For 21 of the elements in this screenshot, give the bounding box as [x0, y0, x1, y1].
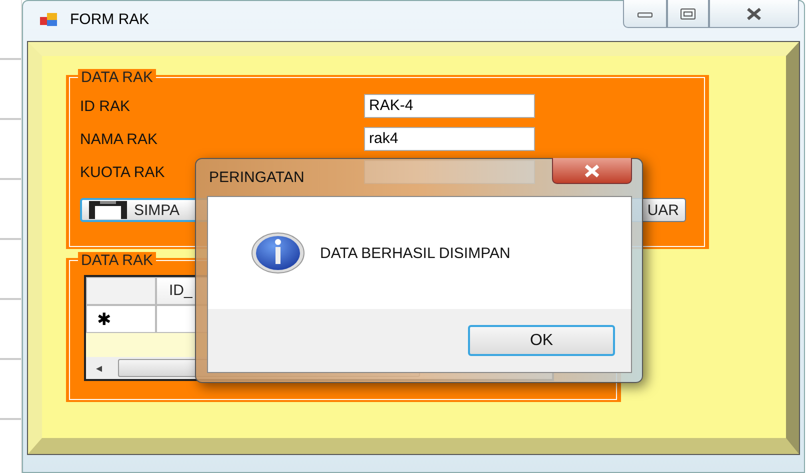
scroll-left-button[interactable]: ◂: [86, 358, 112, 378]
close-icon: [582, 164, 602, 178]
dialog-title: PERINGATAN: [209, 169, 304, 186]
minimize-button[interactable]: [623, 0, 667, 28]
maximize-button[interactable]: [667, 0, 709, 28]
field-label: ID RAK: [80, 98, 130, 114]
window-title: FORM RAK: [70, 11, 150, 28]
form-icon: [40, 12, 58, 28]
maximize-icon: [680, 8, 696, 20]
info-icon: [250, 232, 306, 274]
close-button[interactable]: [552, 158, 632, 184]
close-icon: [745, 8, 763, 20]
field-label: NAMA RAK: [80, 130, 158, 148]
input-field[interactable]: RAK-4: [364, 94, 535, 118]
row-header: ✱: [86, 305, 156, 333]
floppy-icon: [88, 200, 128, 220]
field-label: KUOTA RAK: [80, 164, 165, 180]
ok-button[interactable]: OK: [468, 325, 615, 356]
close-button[interactable]: [709, 0, 799, 28]
dialog-message: DATA BERHASIL DISIMPAN: [320, 244, 510, 262]
input-field[interactable]: rak4: [364, 127, 535, 151]
